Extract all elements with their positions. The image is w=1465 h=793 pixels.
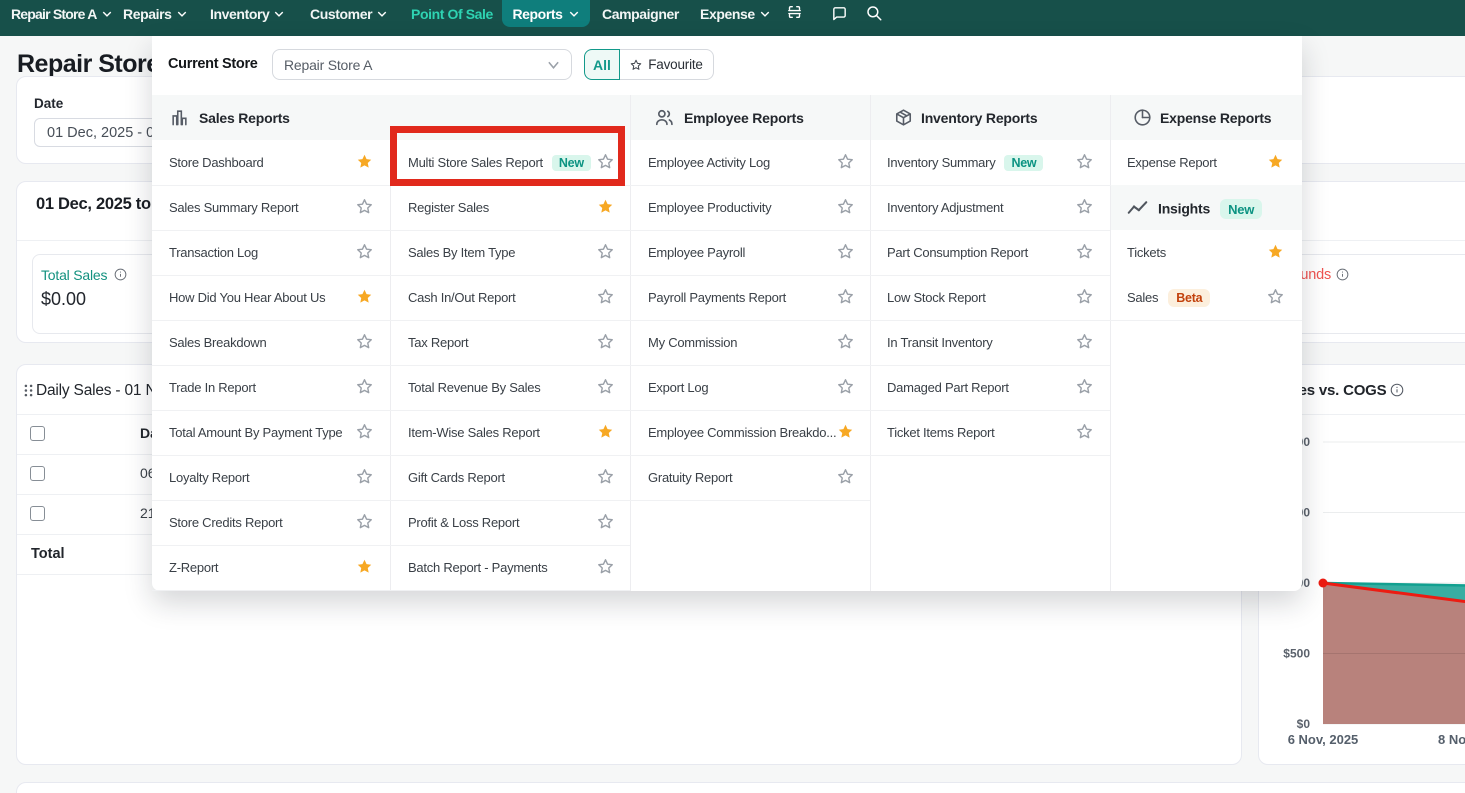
svg-text:$0: $0 [1297,717,1311,731]
svg-text:$500: $500 [1283,647,1310,661]
svg-text:6 Nov, 2025: 6 Nov, 2025 [1288,732,1359,747]
svg-text:8 Nov, 2025: 8 Nov, 2025 [1438,732,1465,747]
